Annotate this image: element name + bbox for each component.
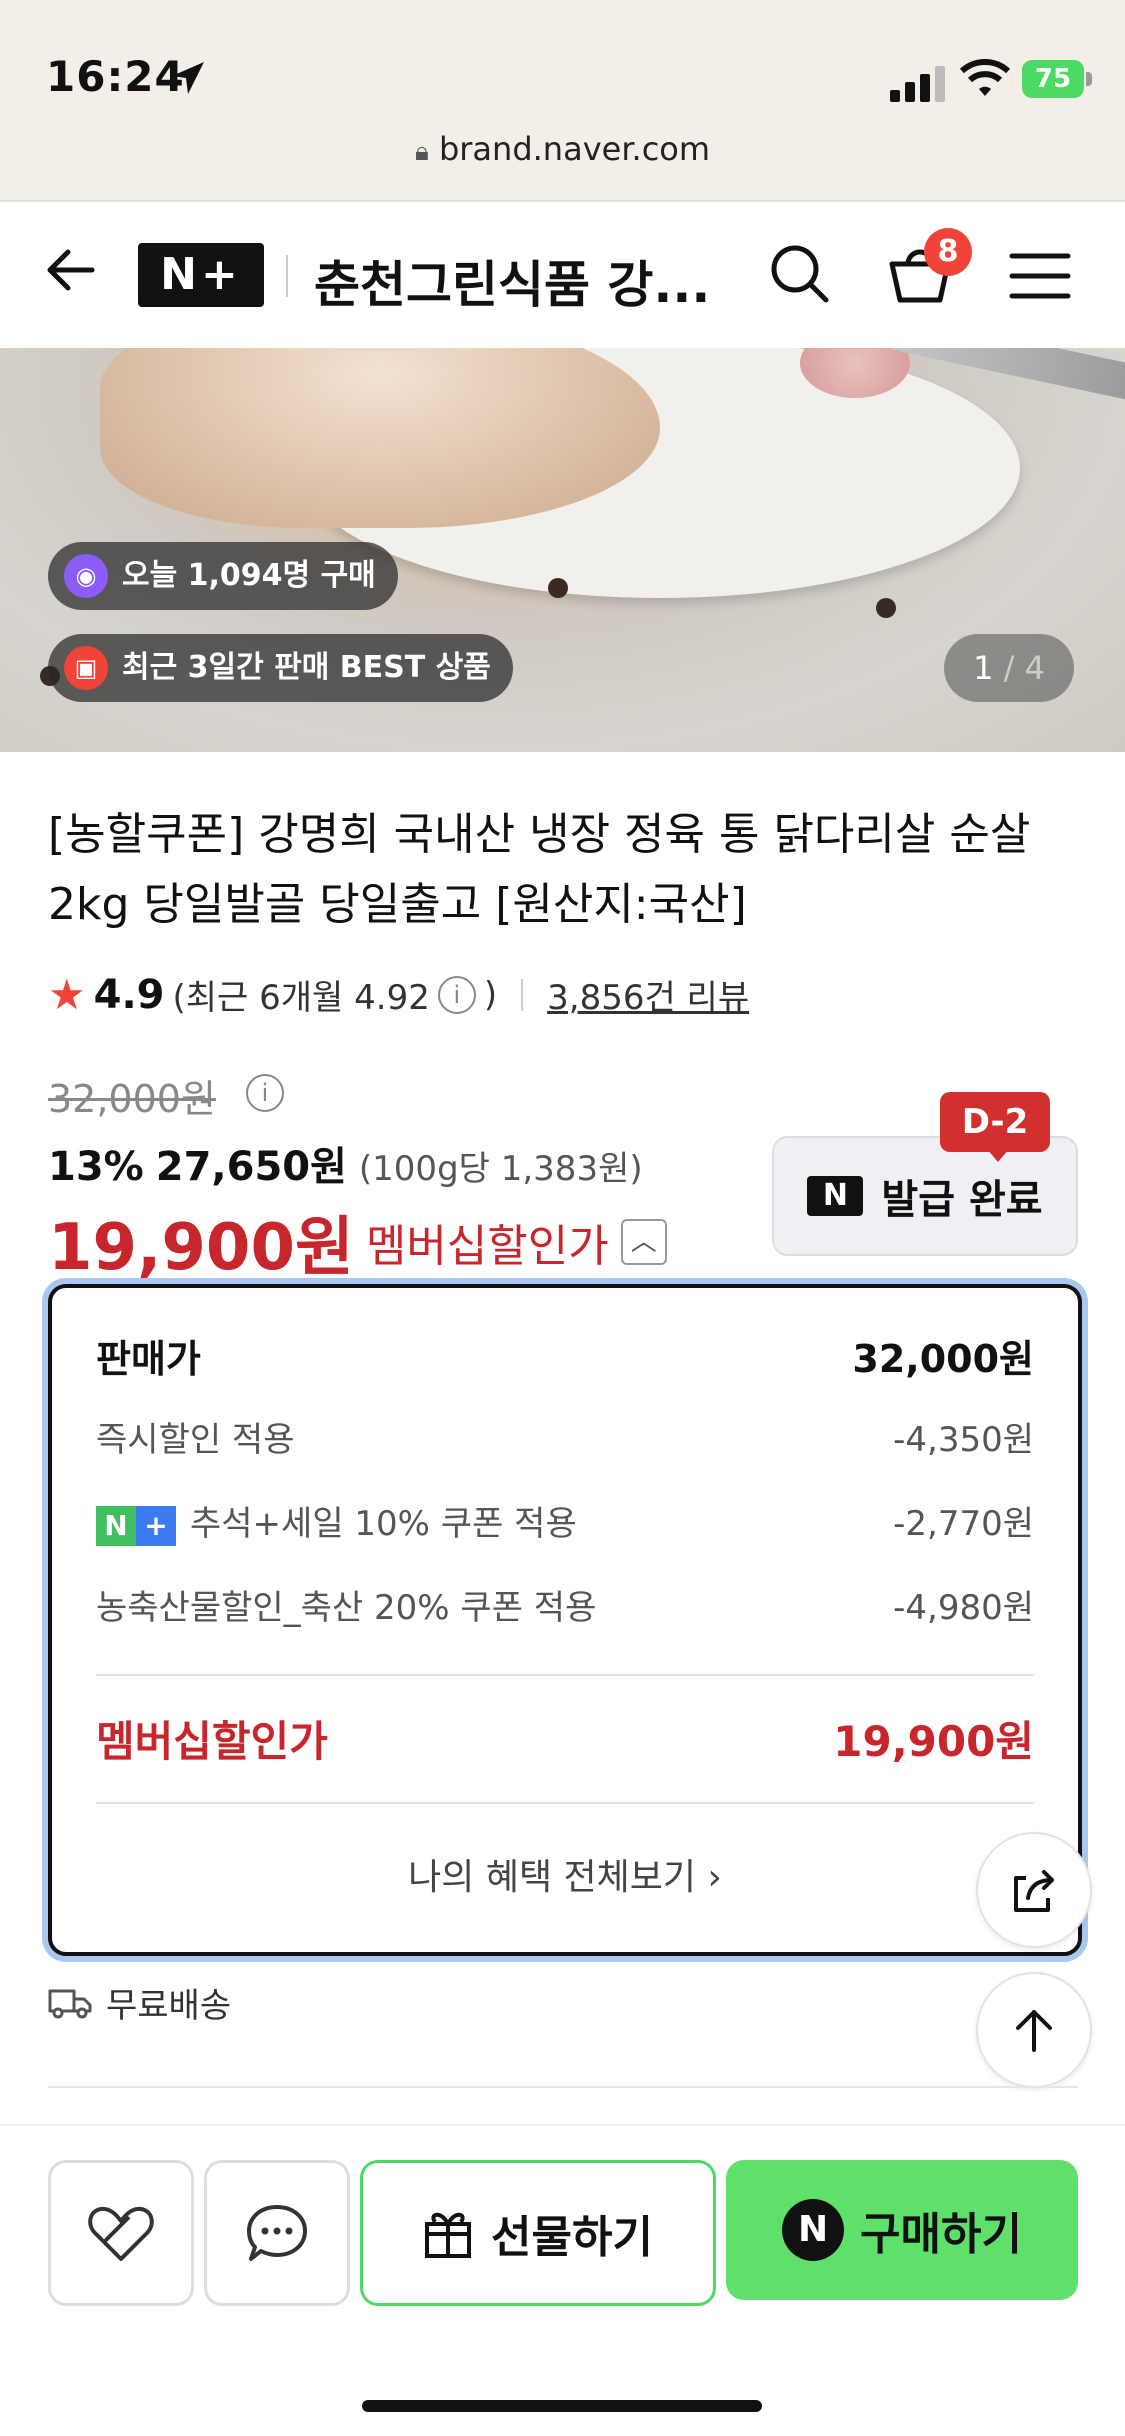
unit-price: (100g당 1,383원) (358, 1149, 643, 1189)
coupon-status-label: 발급 완료 (881, 1177, 1043, 1223)
chat-bubble-icon (247, 2205, 307, 2261)
breakdown-label: 판매가 (96, 1337, 201, 1381)
truck-icon (48, 1989, 92, 2018)
purchase-count-text: 오늘 1,094명 구매 (122, 558, 376, 593)
original-price: 32,000원 (48, 1077, 216, 1121)
rating-score: 4.9 (93, 971, 165, 1018)
rating-divider (521, 978, 524, 1011)
image-counter: 1 / 4 (944, 634, 1074, 702)
d-day-badge-tip (986, 1148, 1010, 1162)
shipping-info: 무료배송 (48, 1978, 231, 2027)
chip-plus: + (136, 1505, 176, 1546)
home-indicator (362, 2400, 762, 2412)
breakdown-row: 즉시할인 적용 -4,350원 (96, 1412, 1034, 1461)
discount-rate: 13% (48, 1144, 144, 1190)
price-info-icon[interactable]: i (246, 1074, 284, 1112)
breakdown-value: -4,350원 (893, 1420, 1034, 1460)
location-arrow-icon (172, 62, 204, 94)
breakdown-value: 32,000원 (852, 1337, 1034, 1381)
battery-icon: 75 (1022, 60, 1084, 98)
url-text: brand.naver.com (438, 130, 711, 168)
header-divider (286, 255, 288, 297)
breakdown-divider (96, 1674, 1034, 1676)
gift-button[interactable]: 선물하기 (360, 2160, 716, 2306)
gift-icon (425, 2212, 472, 2258)
nplus-chip-icon: N + (96, 1505, 176, 1546)
star-icon: ★ (48, 970, 86, 1019)
breakdown-divider (96, 1802, 1034, 1804)
breakdown-row: 판매가 32,000원 (96, 1328, 1034, 1383)
naver-n-logo: N (807, 1176, 864, 1216)
cart-count-badge: 8 (924, 228, 972, 276)
battery-tip (1086, 72, 1092, 86)
gift-icon: ▣ (64, 646, 108, 690)
share-icon (1014, 1870, 1054, 1912)
pepper-shape (876, 598, 896, 618)
section-divider (48, 2086, 1078, 2088)
cellular-signal-icon (890, 66, 948, 102)
naver-pay-n-icon: N (782, 2199, 845, 2261)
arrow-up-icon (1016, 2010, 1052, 2052)
view-all-benefits-link[interactable]: 나의 혜택 전체보기 › (52, 1848, 1078, 1900)
scroll-top-button[interactable] (976, 1972, 1092, 2088)
shipping-label: 무료배송 (106, 1986, 232, 2026)
image-counter-total: 4 (1024, 649, 1045, 687)
chip-n: N (96, 1505, 136, 1546)
purchase-count-badge: ◉ 오늘 1,094명 구매 (48, 542, 398, 610)
member-price-label: 멤버십할인가 (365, 1221, 609, 1272)
price-breakdown-panel: 판매가 32,000원 즉시할인 적용 -4,350원 N + 추석+세일 10% … (48, 1284, 1082, 1956)
store-title[interactable]: 춘천그린식품 강... (314, 245, 714, 317)
breakdown-value: -2,770원 (893, 1504, 1034, 1545)
menu-icon[interactable] (1004, 240, 1076, 312)
product-title: [농할쿠폰] 강명희 국내산 냉장 정육 통 닭다리살 순살 2kg 당일발골 … (48, 809, 1031, 930)
breakdown-member-value: 19,900원 (833, 1717, 1034, 1766)
member-price-row[interactable]: 19,900원 멤버십할인가 ︿ (48, 1196, 667, 1288)
original-price-row: 32,000원 (48, 1068, 216, 1123)
browser-chrome (0, 0, 1125, 202)
member-price: 19,900원 (48, 1211, 354, 1285)
product-image-carousel[interactable]: ◉ 오늘 1,094명 구매 ▣ 최근 3일간 판매 BEST 상품 1 / 4 (0, 348, 1125, 752)
breakdown-row: 농축산물할인_축산 20% 쿠폰 적용 -4,980원 (96, 1580, 1034, 1629)
pepper-shape (548, 578, 568, 598)
discount-row: 13% 27,650원 (100g당 1,383원) (48, 1134, 643, 1192)
heart-icon (88, 2206, 154, 2261)
breakdown-label: 농축산물할인_축산 20% 쿠폰 적용 (96, 1588, 597, 1628)
nplus-logo[interactable]: N+ (138, 243, 264, 307)
d-day-badge: D-2 (940, 1092, 1050, 1152)
back-arrow-icon[interactable] (40, 238, 104, 302)
search-icon[interactable] (764, 238, 836, 310)
wishlist-button[interactable] (48, 2160, 194, 2306)
chevron-up-icon[interactable]: ︿ (620, 1219, 667, 1265)
image-counter-current: 1 (973, 649, 994, 687)
info-icon[interactable]: i (437, 975, 476, 1014)
buy-button[interactable]: N 구매하기 (726, 2160, 1078, 2300)
best-seller-text: 최근 3일간 판매 BEST 상품 (122, 650, 491, 685)
breakdown-label: 추석+세일 10% 쿠폰 적용 (190, 1504, 577, 1544)
review-count-link[interactable]: 3,856건 리뷰 (547, 970, 749, 1019)
bottom-bar-divider (0, 2124, 1125, 2126)
chevron-right-icon: › (707, 1857, 722, 1898)
breakdown-value: -4,980원 (893, 1588, 1034, 1628)
breakdown-label: 즉시할인 적용 (96, 1420, 295, 1460)
sale-price: 27,650원 (155, 1144, 347, 1190)
chicken-shape (100, 348, 660, 528)
breakdown-row: N + 추석+세일 10% 쿠폰 적용 -2,770원 (96, 1496, 1034, 1546)
share-button[interactable] (976, 1832, 1092, 1948)
rating-recent: (최근 6개월 4.92 (172, 978, 430, 1018)
address-bar[interactable]: 🔒︎ brand.naver.com (0, 130, 1125, 168)
breakdown-member-label: 멤버십할인가 (96, 1717, 328, 1766)
gift-button-label: 선물하기 (491, 2212, 653, 2263)
view-all-benefits-label: 나의 혜택 전체보기 (408, 1857, 696, 1898)
best-seller-badge: ▣ 최근 3일간 판매 BEST 상품 (48, 634, 513, 702)
wifi-icon (960, 59, 1010, 96)
rating-recent-close: ) (483, 974, 498, 1015)
buy-button-label: 구매하기 (860, 2209, 1022, 2260)
shopping-bag-icon: ◉ (64, 554, 108, 598)
lock-icon: 🔒︎ (414, 137, 429, 167)
talk-button[interactable] (204, 2160, 350, 2306)
rating-row[interactable]: ★ 4.9 (최근 6개월 4.92 i ) 3,856건 리뷰 (48, 970, 749, 1019)
breakdown-member-row: 멤버십할인가 19,900원 (96, 1708, 1034, 1769)
status-time: 16:24 (46, 52, 185, 101)
coupon-issued-button[interactable]: N 발급 완료 (772, 1136, 1078, 1256)
